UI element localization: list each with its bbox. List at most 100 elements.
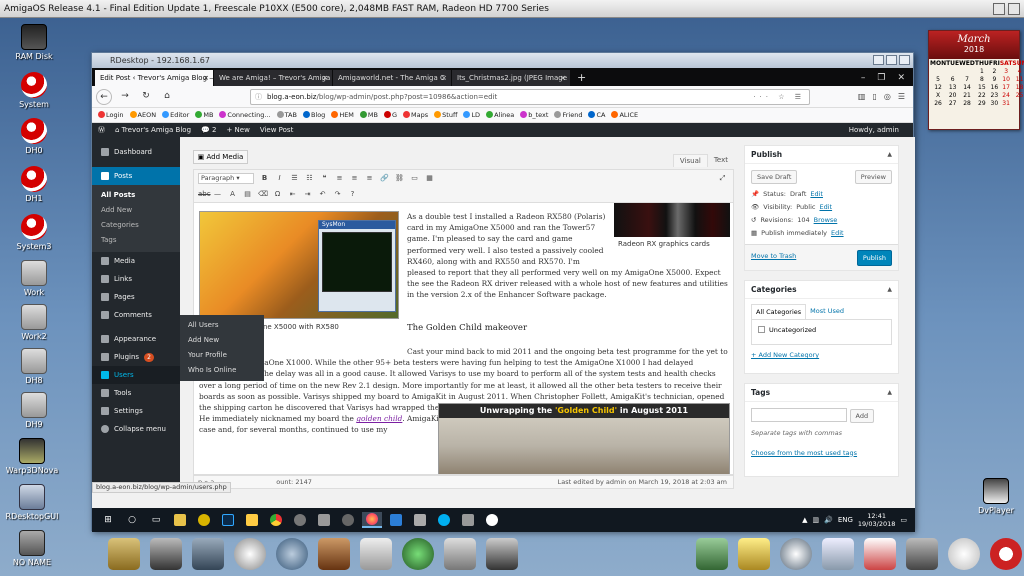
window-icon[interactable]	[822, 538, 854, 570]
calendar-day[interactable]: 17	[1000, 84, 1013, 91]
editor-content[interactable]: SysMon Tower57 - AmigaOne X5000 with RX5…	[193, 203, 734, 475]
bullet-list-icon[interactable]: ☰	[290, 174, 299, 183]
bookmark-item[interactable]: Friend	[554, 111, 582, 119]
film-icon[interactable]	[318, 538, 350, 570]
desktop-icon-dh0[interactable]: DH0	[4, 118, 64, 155]
toolbar-toggle-icon[interactable]: ▦	[425, 174, 434, 183]
help-icon[interactable]	[482, 512, 502, 528]
minimize-icon[interactable]: –	[861, 70, 866, 86]
archive-icon[interactable]	[696, 538, 728, 570]
calendar-day[interactable]: 30	[989, 100, 1000, 107]
rdesktop-window[interactable]: RDesktop - 192.168.1.67 Edit Post ‹ Trev…	[91, 52, 915, 532]
calendar-day[interactable]: 7	[959, 76, 975, 83]
download-icon[interactable]	[402, 538, 434, 570]
tray-icon[interactable]: ▲	[802, 516, 807, 524]
read-more-icon[interactable]: ▭	[410, 174, 419, 183]
menu-dashboard[interactable]: Dashboard	[92, 143, 180, 161]
bookmark-item[interactable]: Editor	[162, 111, 189, 119]
menu-media[interactable]: Media	[92, 252, 180, 270]
submenu-categories[interactable]: Categories	[92, 218, 180, 233]
tab-amigaworld[interactable]: Amigaworld.net - The Amiga C ×	[333, 70, 451, 86]
new-tab-button[interactable]: +	[571, 70, 592, 86]
calendar-day[interactable]: 28	[959, 100, 975, 107]
flyout-your-profile[interactable]: Your Profile	[180, 348, 264, 363]
calendar-day[interactable]	[1012, 100, 1024, 107]
tools-icon[interactable]	[906, 538, 938, 570]
clock[interactable]: 12:41 19/03/2018	[858, 512, 895, 528]
site-name-link[interactable]: ⌂ Trevor's Amiga Blog	[115, 126, 191, 134]
app-blue-icon[interactable]	[386, 512, 406, 528]
indent-icon[interactable]: ⇥	[303, 190, 312, 199]
uncategorized-checkbox[interactable]	[758, 326, 765, 333]
bookmark-item[interactable]: ALICE	[611, 111, 638, 119]
tab-visual[interactable]: Visual	[672, 154, 708, 167]
menu-pages[interactable]: Pages	[92, 288, 180, 306]
library-icon[interactable]: ▥	[858, 92, 866, 101]
bookmark-item[interactable]: Stuff	[434, 111, 457, 119]
back-icon[interactable]: ←	[96, 88, 112, 105]
sidebar-icon[interactable]: ▯	[872, 92, 876, 101]
magnifier-icon[interactable]	[780, 538, 812, 570]
calendar-day[interactable]: 8	[975, 76, 989, 83]
chrome-icon[interactable]	[266, 512, 286, 528]
edit-visibility-link[interactable]: Edit	[819, 201, 832, 214]
menu-collapse[interactable]: Collapse menu	[92, 420, 180, 438]
screen-gadget-icon[interactable]	[1008, 3, 1020, 15]
flyout-all-users[interactable]: All Users	[180, 318, 264, 333]
desktop-icon-work2[interactable]: Work2	[4, 304, 64, 341]
calendar-day[interactable]: 20	[946, 92, 959, 99]
bookmark-item[interactable]: TAB	[276, 111, 297, 119]
calendar-day[interactable]: 29	[975, 100, 989, 107]
align-left-icon[interactable]: ≡	[335, 174, 344, 183]
tab-text[interactable]: Text	[708, 154, 734, 167]
calendar-day[interactable]	[946, 68, 959, 75]
reload-icon[interactable]: ↻	[138, 89, 154, 105]
close-tab-icon[interactable]: ×	[322, 70, 328, 86]
tab-edit-post[interactable]: Edit Post ‹ Trevor's Amiga Blog — W ×	[95, 70, 213, 86]
monitor-icon[interactable]	[150, 538, 182, 570]
insert-link-icon[interactable]: 🔗	[380, 174, 389, 183]
flyout-add-new-user[interactable]: Add New	[180, 333, 264, 348]
calendar-day[interactable]: 26	[930, 100, 946, 107]
bookmark-item[interactable]: AEON	[129, 111, 156, 119]
add-new-category-link[interactable]: + Add New Category	[751, 351, 819, 359]
menu-tools[interactable]: Tools	[92, 384, 180, 402]
app-grey2-icon[interactable]	[458, 512, 478, 528]
explorer-icon[interactable]	[170, 512, 190, 528]
desktop-icon-system[interactable]: System	[4, 72, 64, 109]
url-actions[interactable]: ··· ☆ ☰	[753, 90, 805, 104]
golden-child-link[interactable]: golden child	[356, 414, 402, 423]
paste-text-icon[interactable]: ▤	[243, 190, 252, 199]
firefox-icon[interactable]	[362, 512, 382, 528]
depth-gadget-icon[interactable]	[993, 3, 1005, 15]
golden-child-image[interactable]: Unwrapping the 'Golden Child' in August …	[438, 403, 730, 474]
desktop-icon-no-name[interactable]: NO NAME	[2, 530, 62, 567]
align-center-icon[interactable]: ≡	[350, 174, 359, 183]
calendar-day[interactable]: 11	[1012, 76, 1024, 83]
collapse-caret-icon[interactable]: ▲	[887, 384, 892, 402]
gift-icon[interactable]	[444, 538, 476, 570]
menu-plugins[interactable]: Plugins 2	[92, 348, 180, 366]
home-icon[interactable]: ⌂	[159, 89, 175, 105]
tag-input[interactable]	[751, 408, 847, 422]
skype-icon[interactable]	[434, 512, 454, 528]
add-tag-button[interactable]: Add	[849, 408, 875, 423]
screen-icon[interactable]	[192, 538, 224, 570]
menu-posts[interactable]: Posts	[92, 167, 180, 185]
text-color-icon[interactable]: A	[228, 190, 237, 199]
desktop-icon-dvplayer[interactable]: DvPlayer	[966, 478, 1024, 515]
site-info-icon[interactable]: ⓘ	[255, 90, 262, 104]
tab-most-used[interactable]: Most Used	[806, 304, 848, 319]
calendar-day[interactable]: 24	[1000, 92, 1013, 99]
unlink-icon[interactable]: ⛓	[395, 174, 404, 183]
calendar-day[interactable]: 5	[930, 76, 946, 83]
special-character-icon[interactable]: Ω	[273, 190, 282, 199]
clear-formatting-icon[interactable]: ⌫	[258, 190, 268, 199]
wordpress-logo-icon[interactable]: Ⓦ	[98, 125, 105, 135]
maximize-icon[interactable]: ❐	[877, 70, 885, 86]
calendar-day[interactable]: 21	[959, 92, 975, 99]
bookmark-item[interactable]: b_text	[520, 111, 548, 119]
bookmark-item[interactable]: Alinea	[486, 111, 514, 119]
menu-users[interactable]: Users	[92, 366, 180, 384]
submenu-tags[interactable]: Tags	[92, 233, 180, 248]
